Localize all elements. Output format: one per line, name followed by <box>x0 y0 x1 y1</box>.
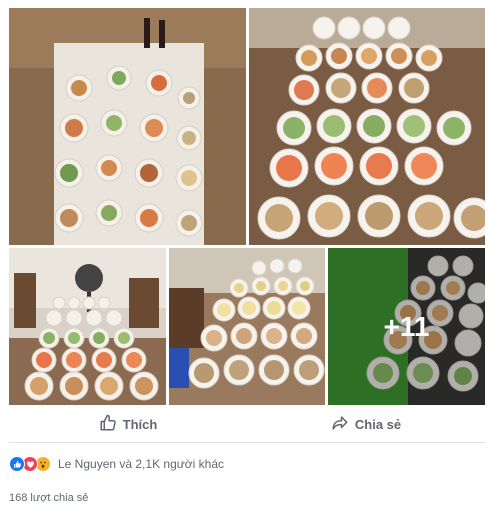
share-arrow-icon <box>331 414 349 435</box>
reactions-summary-text[interactable]: Le Nguyen và 2,1K người khác <box>58 457 224 471</box>
share-button[interactable]: Chia sẻ <box>247 407 485 442</box>
food-floor-image <box>9 248 166 405</box>
post-photo-1[interactable] <box>9 8 246 245</box>
like-button-label: Thích <box>122 417 158 432</box>
food-rows-image <box>169 248 325 405</box>
food-plates-image <box>249 8 485 245</box>
like-button[interactable]: Thích <box>9 407 247 442</box>
reactions-summary[interactable]: Le Nguyen và 2,1K người khác <box>9 453 224 475</box>
post-action-bar: Thích Chia sẻ <box>9 407 485 443</box>
food-table-image <box>9 8 246 245</box>
thumbs-up-icon <box>99 414 117 435</box>
post-photo-2[interactable] <box>249 8 485 245</box>
post-photo-4[interactable] <box>169 248 325 405</box>
more-photos-overlay[interactable]: +11 <box>328 248 485 405</box>
share-count[interactable]: 168 lượt chia sẻ <box>9 492 88 504</box>
share-button-label: Chia sẻ <box>354 417 402 432</box>
like-icon <box>9 456 25 472</box>
post-photo-3[interactable] <box>9 248 166 405</box>
more-photos-count: +11 <box>383 310 430 342</box>
post-photo-5-more[interactable]: +11 <box>328 248 485 405</box>
